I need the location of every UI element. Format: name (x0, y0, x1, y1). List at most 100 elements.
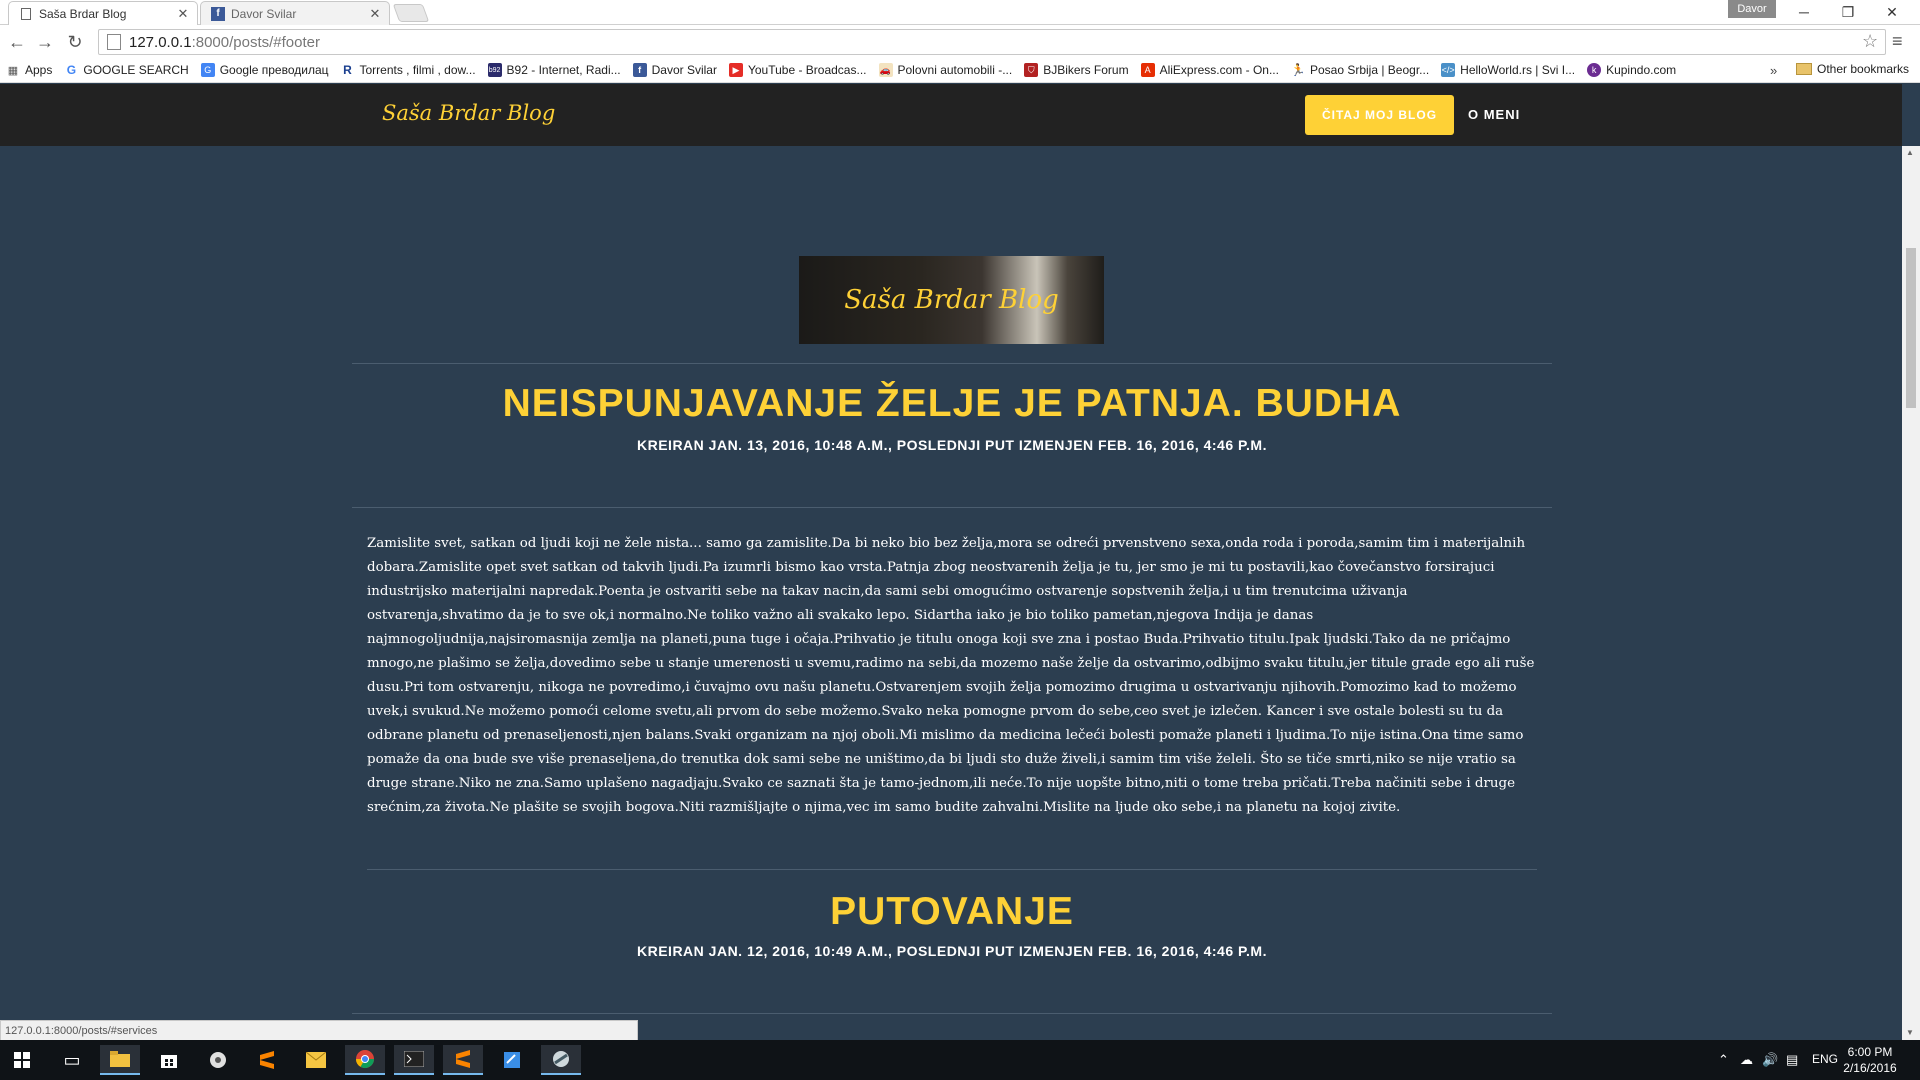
youtube-icon: ▶ (728, 63, 743, 77)
back-icon[interactable]: ← (4, 29, 30, 55)
divider (367, 869, 1537, 870)
bookmark-aliexpress[interactable]: A AliExpress.com - On... (1140, 63, 1279, 77)
post-title[interactable]: PUTOVANJE (352, 890, 1552, 934)
bookmarks-overflow-icon[interactable]: » (1770, 63, 1777, 78)
bookmark-youtube[interactable]: ▶ YouTube - Broadcas... (728, 63, 867, 77)
mail-icon[interactable] (296, 1045, 336, 1075)
status-url-bubble: 127.0.0.1:8000/posts/#services (0, 1020, 638, 1040)
bookmark-label: YouTube - Broadcas... (747, 63, 867, 77)
folder-icon (1796, 63, 1812, 75)
aliexpress-icon: A (1140, 63, 1155, 77)
about-me-link[interactable]: O MENI (1468, 107, 1520, 122)
bookmark-label: GOOGLE SEARCH (83, 63, 189, 77)
forward-icon[interactable]: → (32, 29, 58, 55)
apps-icon: ▦ (7, 64, 19, 77)
bookmark-label: HelloWorld.rs | Svi I... (1460, 63, 1576, 77)
terminal-icon[interactable] (394, 1045, 434, 1075)
toolbar: ← → ↻ 127.0.0.1:8000/posts/#footer ☆ ≡ (0, 25, 1920, 58)
chevron-up-icon[interactable]: ⌃ (1718, 1052, 1729, 1068)
tab-sasa-brdar-blog[interactable]: Saša Brdar Blog ✕ (8, 1, 198, 25)
code-icon: </> (1441, 63, 1456, 77)
scroll-down-icon[interactable]: ▼ (1906, 1028, 1914, 1037)
bookmark-label: B92 - Internet, Radi... (506, 63, 621, 77)
notifications-icon[interactable]: ▤ (1786, 1052, 1798, 1068)
bookmark-google-search[interactable]: G GOOGLE SEARCH (64, 63, 189, 77)
facebook-icon: f (632, 63, 647, 77)
close-window-icon[interactable]: ✕ (1870, 0, 1914, 24)
bookmarks-bar: ▦ Apps G GOOGLE SEARCH G Google преводил… (0, 58, 1920, 83)
url-host: 127.0.0.1 (129, 33, 192, 51)
cloud-icon[interactable]: ☁ (1740, 1052, 1753, 1068)
bookmark-label: Davor Svilar (651, 63, 717, 77)
logo-text: Saša Brdar Blog (844, 285, 1059, 315)
system-clock[interactable]: 6:00 PM 2/16/2016 (1840, 1044, 1900, 1076)
page-scrollbar[interactable]: ▲ ▼ (1902, 146, 1920, 1040)
sublime-text-icon[interactable] (443, 1045, 483, 1075)
bookmark-label: AliExpress.com - On... (1159, 63, 1279, 77)
bookmark-kupindo[interactable]: k Kupindo.com (1587, 63, 1676, 77)
sublime-text-icon[interactable] (247, 1045, 287, 1075)
bookmark-label: Posao Srbija | Beogr... (1309, 63, 1430, 77)
divider (352, 363, 1552, 364)
volume-icon[interactable]: 🔊 (1762, 1052, 1778, 1068)
minimize-icon[interactable]: ─ (1782, 0, 1826, 24)
menu-icon[interactable]: ≡ (1892, 31, 1903, 52)
bookmark-star-icon[interactable]: ☆ (1862, 31, 1878, 52)
bookmark-label: Apps (25, 63, 53, 77)
bookmark-polovni-automobili[interactable]: 🚗 Polovni automobili -... (878, 63, 1012, 77)
tab-label: Saša Brdar Blog (39, 6, 127, 21)
reload-icon[interactable]: ↻ (62, 29, 88, 55)
app-icon[interactable] (198, 1045, 238, 1075)
blog-logo-image: Saša Brdar Blog (799, 256, 1104, 344)
clock-time: 6:00 PM (1847, 1045, 1893, 1059)
profile-badge[interactable]: Davor (1728, 0, 1776, 18)
page-icon (107, 34, 121, 50)
bookmark-torrents[interactable]: R Torrents , filmi , dow... (341, 63, 475, 77)
bookmark-posao-srbija[interactable]: 🏃 Posao Srbija | Beogr... (1291, 63, 1430, 77)
chrome-icon[interactable] (345, 1045, 385, 1075)
app-icon[interactable] (541, 1045, 581, 1075)
store-icon[interactable] (149, 1045, 189, 1075)
bookmark-bjbikers[interactable]: ⛉ BJBikers Forum (1024, 63, 1129, 77)
tab-davor-svilar[interactable]: f Davor Svilar ✕ (200, 1, 390, 25)
post-body: Zamislite svet, satkan od ljudi koji ne … (367, 536, 1535, 815)
task-view-icon[interactable]: ▭ (52, 1045, 92, 1075)
divider (352, 507, 1552, 508)
clock-date: 2/16/2016 (1843, 1061, 1897, 1075)
bookmark-helloworld[interactable]: </> HelloWorld.rs | Svi I... (1441, 63, 1575, 77)
bookmark-b92[interactable]: b92 B92 - Internet, Radi... (487, 63, 621, 77)
browser-tab-strip: Saša Brdar Blog ✕ f Davor Svilar ✕ Davor… (0, 0, 1920, 25)
scrollbar-thumb[interactable] (1906, 248, 1916, 408)
other-bookmarks-label: Other bookmarks (1817, 62, 1910, 76)
torrent-icon: R (343, 63, 352, 77)
post-title[interactable]: NEISPUNJAVANJE ŽELJE JE PATNJA. BUDHA (352, 382, 1552, 426)
address-bar[interactable]: 127.0.0.1:8000/posts/#footer (98, 29, 1886, 55)
b92-icon: b92 (487, 63, 502, 77)
windows-start-icon[interactable] (2, 1045, 42, 1075)
bookmark-label: Google преводилац (219, 63, 329, 77)
bookmark-davor-svilar[interactable]: f Davor Svilar (632, 63, 717, 77)
page-icon (19, 7, 33, 21)
read-blog-button[interactable]: ČITAJ MOJ BLOG (1305, 95, 1454, 135)
site-brand[interactable]: Saša Brdar Blog (382, 101, 555, 125)
bookmark-apps[interactable]: ▦ Apps (6, 63, 53, 77)
close-icon[interactable]: ✕ (175, 6, 191, 22)
bookmark-google-translate[interactable]: G Google преводилац (200, 63, 329, 77)
divider (352, 1013, 1552, 1014)
bookmark-label: BJBikers Forum (1043, 63, 1129, 77)
shield-icon: ⛉ (1024, 63, 1039, 77)
bookmark-label: Kupindo.com (1606, 63, 1677, 77)
kupindo-icon: k (1587, 63, 1602, 77)
translate-icon: G (200, 63, 215, 77)
other-bookmarks[interactable]: Other bookmarks (1796, 62, 1909, 76)
file-explorer-icon[interactable] (100, 1045, 140, 1075)
new-tab-button[interactable] (392, 4, 430, 22)
close-icon[interactable]: ✕ (367, 6, 383, 22)
main-content: Saša Brdar Blog NEISPUNJAVANJE ŽELJE JE … (0, 146, 1902, 1040)
url-path: :8000/posts/#footer (191, 33, 320, 51)
restore-icon[interactable]: ❐ (1826, 0, 1870, 24)
google-icon: G (66, 63, 77, 77)
notepad-icon[interactable] (492, 1045, 532, 1075)
language-indicator[interactable]: ENG (1812, 1052, 1838, 1066)
scroll-up-icon[interactable]: ▲ (1906, 148, 1914, 157)
